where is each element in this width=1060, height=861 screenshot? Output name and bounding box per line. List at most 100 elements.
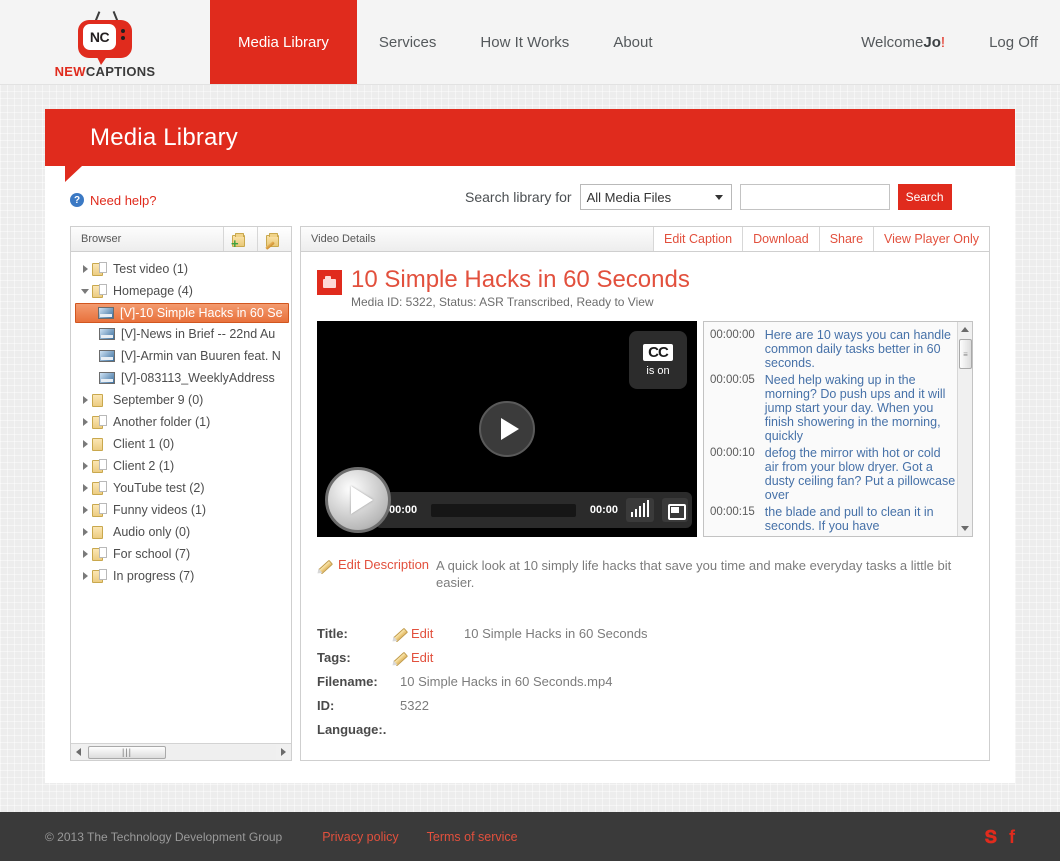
tree-item-video[interactable]: [V]-10 Simple Hacks in 60 Se: [75, 303, 289, 323]
expand-arrow-icon[interactable]: [78, 418, 92, 426]
scroll-down-arrow-icon[interactable]: [958, 521, 972, 536]
nav-item-how-it-works[interactable]: How It Works: [458, 0, 591, 84]
nav-item-about[interactable]: About: [591, 0, 674, 84]
volume-icon[interactable]: [626, 498, 654, 522]
expand-arrow-icon[interactable]: [78, 440, 92, 448]
folder-icon: [92, 393, 107, 407]
tree-item-label: [V]-Armin van Buuren feat. N: [121, 349, 281, 363]
transcript-scrollbar[interactable]: ≡: [957, 322, 972, 536]
play-icon: [350, 486, 373, 514]
tree-item-folder[interactable]: In progress (7): [71, 565, 291, 587]
question-mark-icon: ?: [70, 193, 84, 207]
browser-horizontal-scrollbar[interactable]: |||: [71, 743, 291, 760]
expand-arrow-icon[interactable]: [78, 462, 92, 470]
metadata-row: Language:.: [317, 717, 973, 741]
edit-label: Edit: [411, 625, 434, 641]
transcript-panel[interactable]: 00:00:00 Here are 10 ways you can handle …: [703, 321, 973, 537]
folder-icon: [92, 284, 107, 298]
transcript-row[interactable]: 00:00:15 the blade and pull to clean it i…: [710, 505, 956, 533]
metadata-key: Language:.: [317, 721, 387, 737]
nav-right-group: Welcome Jo! Log Off: [839, 0, 1060, 84]
tab-download[interactable]: Download: [742, 227, 819, 251]
scroll-left-arrow-icon[interactable]: [71, 748, 86, 756]
search-label: Search library for: [465, 189, 572, 205]
tab-share[interactable]: Share: [818, 227, 874, 251]
tree-item-folder[interactable]: Funny videos (1): [71, 499, 291, 521]
details-header: Video Details Edit Caption Download Shar…: [301, 227, 989, 252]
collapse-arrow-icon[interactable]: [78, 288, 92, 294]
transcript-row[interactable]: 00:00:05 Need help waking up in the morni…: [710, 373, 956, 443]
footer-link-terms-of-service[interactable]: Terms of service: [427, 830, 518, 844]
need-help-link[interactable]: ? Need help?: [70, 193, 157, 208]
tree-item-folder[interactable]: Client 1 (0): [71, 433, 291, 455]
logo-word-captions: CAPTIONS: [85, 63, 156, 79]
tree-item-folder[interactable]: Audio only (0): [71, 521, 291, 543]
fullscreen-icon[interactable]: [662, 498, 688, 522]
site-logo[interactable]: NC NEWCAPTIONS: [0, 0, 210, 84]
play-overlay-button[interactable]: [479, 401, 535, 457]
nav-item-services[interactable]: Services: [357, 0, 459, 84]
metadata-value: 10 Simple Hacks in 60 Seconds.mp4: [400, 673, 613, 689]
nav-item-log-off[interactable]: Log Off: [967, 0, 1060, 84]
tree-item-video[interactable]: [V]-083113_WeeklyAddress: [71, 367, 291, 389]
expand-arrow-icon[interactable]: [78, 396, 92, 404]
tree-item-label: [V]-News in Brief -- 22nd Au: [121, 327, 276, 341]
metadata-list: Title: Edit 10 Simple Hacks in 60 Seconds T…: [317, 621, 973, 741]
tree-item-folder[interactable]: Another folder (1): [71, 411, 291, 433]
folder-tree[interactable]: Test video (1) Homepage (4) [V]-10 Simple …: [71, 252, 291, 743]
details-body: 10 Simple Hacks in 60 Seconds Media ID: …: [301, 252, 989, 760]
scroll-right-arrow-icon[interactable]: [276, 748, 291, 756]
tree-item-folder[interactable]: Test video (1): [71, 258, 291, 280]
metadata-row: Title: Edit 10 Simple Hacks in 60 Seconds: [317, 621, 973, 645]
cc-toggle-button[interactable]: CC is on: [629, 331, 687, 389]
social-links: 𝐒 f: [985, 828, 1015, 846]
progress-bar[interactable]: [431, 503, 576, 517]
tree-item-video[interactable]: [V]-Armin van Buuren feat. N: [71, 345, 291, 367]
edit-description-link[interactable]: Edit Description: [338, 557, 429, 572]
search-button[interactable]: Search: [897, 184, 952, 210]
expand-arrow-icon[interactable]: [78, 528, 92, 536]
media-type-select[interactable]: All Media Files: [579, 184, 732, 210]
expand-arrow-icon[interactable]: [78, 265, 92, 273]
scroll-up-arrow-icon[interactable]: [958, 322, 972, 337]
tree-item-folder[interactable]: Homepage (4): [71, 280, 291, 302]
tab-view-player-only[interactable]: View Player Only: [873, 227, 989, 251]
help-and-search-row: ? Need help? Search library for All Medi…: [70, 184, 990, 216]
tree-item-video[interactable]: [V]-News in Brief -- 22nd Au: [71, 323, 291, 345]
facebook-icon[interactable]: f: [1009, 828, 1015, 846]
footer-link-privacy-policy[interactable]: Privacy policy: [322, 830, 398, 844]
add-folder-button[interactable]: +: [223, 227, 257, 251]
expand-arrow-icon[interactable]: [78, 484, 92, 492]
edit-folder-button[interactable]: [257, 227, 291, 251]
metadata-edit-button[interactable]: Edit: [392, 625, 464, 641]
nav-item-media-library[interactable]: Media Library: [210, 0, 357, 84]
tree-item-label: Funny videos (1): [113, 503, 207, 517]
tab-edit-caption[interactable]: Edit Caption: [652, 227, 743, 251]
tree-item-label: Client 1 (0): [113, 437, 175, 451]
logo-dots-icon: [121, 28, 126, 43]
search-input[interactable]: [739, 184, 890, 210]
logo-mark-icon: NC: [74, 10, 136, 65]
video-player[interactable]: CC is on 00:00 00:00: [317, 321, 697, 537]
transcript-timecode: 00:00:05: [710, 374, 755, 386]
footer-links: Privacy policy Terms of service: [322, 830, 517, 844]
vscroll-thumb[interactable]: ≡: [959, 339, 972, 369]
expand-arrow-icon[interactable]: [78, 506, 92, 514]
tree-item-folder[interactable]: For school (7): [71, 543, 291, 565]
expand-arrow-icon[interactable]: [78, 550, 92, 558]
twitter-icon[interactable]: 𝐒: [985, 828, 997, 846]
metadata-value: 10 Simple Hacks in 60 Seconds: [464, 625, 648, 641]
tree-item-folder[interactable]: Client 2 (1): [71, 455, 291, 477]
page-wrapper: Media Library ? Need help? Search librar…: [0, 109, 1060, 783]
metadata-key: Tags:: [317, 649, 351, 665]
tree-item-folder[interactable]: September 9 (0): [71, 389, 291, 411]
play-button[interactable]: [325, 467, 391, 533]
metadata-edit-button[interactable]: Edit: [392, 649, 464, 665]
hscroll-thumb[interactable]: |||: [88, 745, 166, 759]
hscroll-track[interactable]: |||: [86, 744, 276, 760]
transcript-row[interactable]: 00:00:00 Here are 10 ways you can handle …: [710, 328, 956, 370]
video-details-panel: Video Details Edit Caption Download Shar…: [300, 226, 990, 761]
transcript-row[interactable]: 00:00:10 defog the mirror with hot or col…: [710, 446, 956, 502]
expand-arrow-icon[interactable]: [78, 572, 92, 580]
tree-item-folder[interactable]: YouTube test (2): [71, 477, 291, 499]
